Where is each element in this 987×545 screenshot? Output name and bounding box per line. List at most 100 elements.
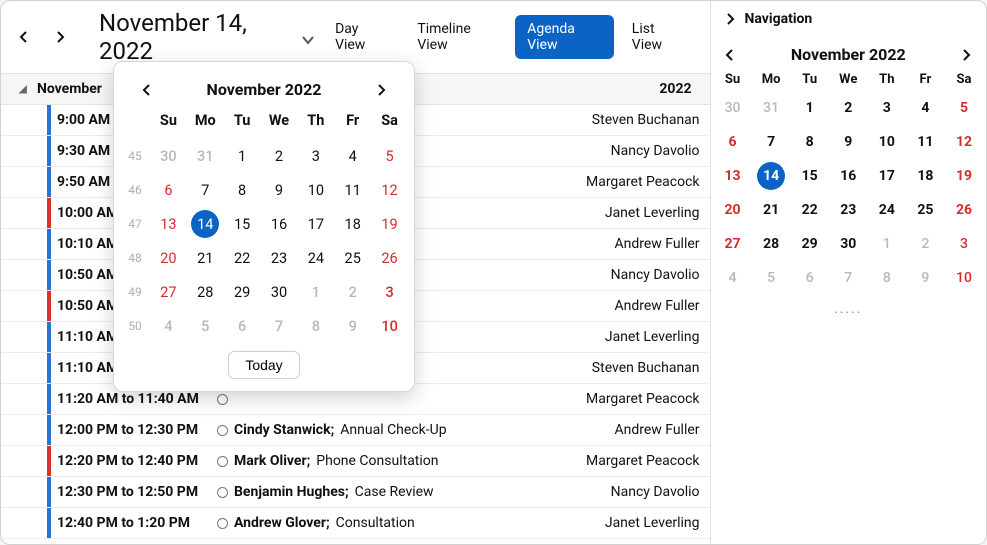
sidebar-more-indicator[interactable]: .....	[713, 295, 983, 317]
sidebar-month-title[interactable]: November 2022	[791, 45, 906, 64]
calendar-day[interactable]: 8	[790, 125, 829, 159]
calendar-day[interactable]: 26	[371, 241, 408, 275]
calendar-day[interactable]: 17	[297, 207, 334, 241]
calendar-day[interactable]: 29	[224, 275, 261, 309]
calendar-day[interactable]: 4	[150, 309, 187, 343]
calendar-day[interactable]: 6	[790, 261, 829, 295]
sidebar-prev-month-button[interactable]	[721, 46, 739, 64]
agenda-row[interactable]: 12:00 PM to 12:30 PMCindy Stanwick; Annu…	[1, 415, 710, 446]
calendar-day[interactable]: 20	[150, 241, 187, 275]
calendar-day[interactable]: 9	[334, 309, 371, 343]
popup-prev-month-button[interactable]	[138, 81, 156, 99]
calendar-day[interactable]: 8	[224, 173, 261, 207]
calendar-day[interactable]: 3	[371, 275, 408, 309]
calendar-day[interactable]: 15	[790, 159, 829, 193]
calendar-day[interactable]: 30	[713, 91, 752, 125]
calendar-day[interactable]: 14	[187, 207, 224, 241]
calendar-day[interactable]: 9	[906, 261, 945, 295]
calendar-day[interactable]: 9	[829, 125, 868, 159]
today-button[interactable]: Today	[228, 351, 299, 379]
view-list[interactable]: List View	[620, 15, 696, 59]
calendar-day[interactable]: 6	[713, 125, 752, 159]
calendar-day[interactable]: 21	[187, 241, 224, 275]
popup-month-title[interactable]: November 2022	[207, 80, 322, 99]
calendar-day[interactable]: 10	[297, 173, 334, 207]
calendar-day[interactable]: 30	[829, 227, 868, 261]
calendar-day[interactable]: 24	[868, 193, 907, 227]
calendar-day[interactable]: 19	[945, 159, 984, 193]
calendar-day[interactable]: 25	[334, 241, 371, 275]
calendar-day[interactable]: 1	[224, 139, 261, 173]
calendar-day[interactable]: 15	[224, 207, 261, 241]
calendar-day[interactable]: 31	[752, 91, 791, 125]
calendar-day[interactable]: 8	[868, 261, 907, 295]
calendar-day[interactable]: 1	[790, 91, 829, 125]
agenda-row[interactable]: 12:30 PM to 12:50 PMBenjamin Hughes; Cas…	[1, 477, 710, 508]
calendar-day[interactable]: 10	[945, 261, 984, 295]
next-date-button[interactable]	[51, 28, 69, 46]
calendar-day[interactable]: 26	[945, 193, 984, 227]
calendar-day[interactable]: 5	[945, 91, 984, 125]
calendar-day[interactable]: 16	[829, 159, 868, 193]
calendar-day[interactable]: 2	[906, 227, 945, 261]
calendar-day[interactable]: 22	[790, 193, 829, 227]
calendar-day[interactable]: 3	[297, 139, 334, 173]
calendar-day[interactable]: 19	[371, 207, 408, 241]
calendar-day[interactable]: 21	[752, 193, 791, 227]
calendar-day[interactable]: 2	[829, 91, 868, 125]
navigation-header[interactable]: Navigation	[711, 1, 986, 39]
calendar-day[interactable]: 29	[790, 227, 829, 261]
agenda-row[interactable]: 12:20 PM to 12:40 PMMark Oliver; Phone C…	[1, 446, 710, 477]
agenda-row[interactable]: 12:40 PM to 1:20 PMAndrew Glover; Consul…	[1, 508, 710, 539]
calendar-day[interactable]: 2	[334, 275, 371, 309]
calendar-day[interactable]: 16	[261, 207, 298, 241]
calendar-day[interactable]: 24	[297, 241, 334, 275]
calendar-day[interactable]: 7	[261, 309, 298, 343]
popup-next-month-button[interactable]	[372, 81, 390, 99]
calendar-day[interactable]: 27	[150, 275, 187, 309]
current-date-dropdown[interactable]: November 14, 2022	[99, 9, 315, 65]
calendar-day[interactable]: 14	[752, 159, 791, 193]
calendar-day[interactable]: 4	[334, 139, 371, 173]
calendar-day[interactable]: 30	[150, 139, 187, 173]
calendar-day[interactable]: 22	[224, 241, 261, 275]
calendar-day[interactable]: 2	[261, 139, 298, 173]
calendar-day[interactable]: 8	[297, 309, 334, 343]
calendar-day[interactable]: 11	[334, 173, 371, 207]
calendar-day[interactable]: 18	[334, 207, 371, 241]
view-timeline[interactable]: Timeline View	[405, 15, 509, 59]
calendar-day[interactable]: 18	[906, 159, 945, 193]
calendar-day[interactable]: 25	[906, 193, 945, 227]
view-day[interactable]: Day View	[323, 15, 399, 59]
calendar-day[interactable]: 12	[945, 125, 984, 159]
calendar-day[interactable]: 3	[945, 227, 984, 261]
calendar-day[interactable]: 10	[868, 125, 907, 159]
calendar-day[interactable]: 9	[261, 173, 298, 207]
calendar-day[interactable]: 17	[868, 159, 907, 193]
calendar-day[interactable]: 10	[371, 309, 408, 343]
calendar-day[interactable]: 1	[868, 227, 907, 261]
calendar-day[interactable]: 30	[261, 275, 298, 309]
calendar-day[interactable]: 5	[371, 139, 408, 173]
calendar-day[interactable]: 5	[187, 309, 224, 343]
calendar-day[interactable]: 27	[713, 227, 752, 261]
view-agenda[interactable]: Agenda View	[515, 15, 614, 59]
calendar-day[interactable]: 1	[297, 275, 334, 309]
calendar-day[interactable]: 7	[829, 261, 868, 295]
calendar-day[interactable]: 28	[752, 227, 791, 261]
calendar-day[interactable]: 4	[906, 91, 945, 125]
calendar-day[interactable]: 3	[868, 91, 907, 125]
calendar-day[interactable]: 6	[224, 309, 261, 343]
calendar-day[interactable]: 13	[150, 207, 187, 241]
calendar-day[interactable]: 23	[261, 241, 298, 275]
calendar-day[interactable]: 23	[829, 193, 868, 227]
calendar-day[interactable]: 7	[752, 125, 791, 159]
calendar-day[interactable]: 4	[713, 261, 752, 295]
sidebar-next-month-button[interactable]	[957, 46, 975, 64]
calendar-day[interactable]: 7	[187, 173, 224, 207]
calendar-day[interactable]: 5	[752, 261, 791, 295]
calendar-day[interactable]: 28	[187, 275, 224, 309]
calendar-day[interactable]: 20	[713, 193, 752, 227]
calendar-day[interactable]: 13	[713, 159, 752, 193]
prev-date-button[interactable]	[15, 28, 33, 46]
